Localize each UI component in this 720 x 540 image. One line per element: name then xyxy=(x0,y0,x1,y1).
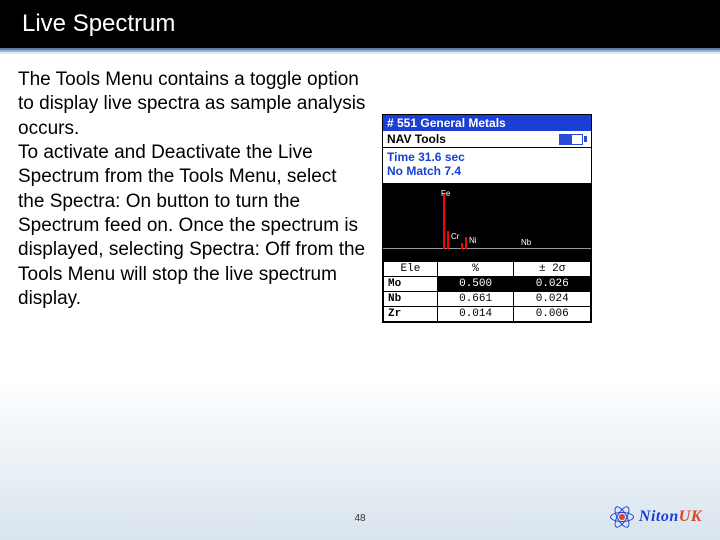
spectrum-plot: Fe Cr Ni Nb xyxy=(383,183,591,261)
peak-label-ni: Ni xyxy=(469,236,477,245)
time-line: Time 31.6 sec xyxy=(387,150,587,164)
body-rest: To activate and Deactivate the Live Spec… xyxy=(18,142,365,309)
brand-text: NitonUK xyxy=(639,508,702,526)
page-number: 48 xyxy=(354,513,365,524)
peak-label-nb: Nb xyxy=(521,238,531,247)
table-header-row: Ele % ± 2σ xyxy=(384,261,591,276)
figure-column: # 551 General Metals NAV Tools Time 31.6… xyxy=(382,68,592,323)
content-area: The Tools Menu contains a toggle option … xyxy=(0,54,720,323)
body-text: The Tools Menu contains a toggle option … xyxy=(18,68,368,323)
device-screenshot: # 551 General Metals NAV Tools Time 31.6… xyxy=(382,114,592,323)
col-ele: Ele xyxy=(384,261,438,276)
slide-title: Live Spectrum xyxy=(22,10,175,38)
battery-icon xyxy=(559,134,587,145)
table-row: Mo 0.500 0.026 xyxy=(384,276,591,291)
col-pct: % xyxy=(437,261,514,276)
peak-label-cr: Cr xyxy=(451,232,459,241)
col-sigma: ± 2σ xyxy=(514,261,591,276)
atom-icon xyxy=(609,504,635,530)
table-row: Nb 0.661 0.024 xyxy=(384,291,591,306)
device-header: # 551 General Metals xyxy=(383,115,591,131)
device-subheader: NAV Tools xyxy=(383,131,591,148)
element-table: Ele % ± 2σ Mo 0.500 0.026 Nb 0.661 0.024… xyxy=(383,261,591,322)
title-bar: Live Spectrum xyxy=(0,0,720,48)
peak-label-fe: Fe xyxy=(441,189,450,198)
brand-logo: NitonUK xyxy=(609,504,702,530)
body-lead: The Tools Menu contains a toggle option … xyxy=(18,69,365,139)
device-status: Time 31.6 sec No Match 7.4 xyxy=(383,148,591,183)
nav-label: NAV Tools xyxy=(387,132,446,146)
match-line: No Match 7.4 xyxy=(387,164,587,178)
table-row: Zr 0.014 0.006 xyxy=(384,306,591,321)
